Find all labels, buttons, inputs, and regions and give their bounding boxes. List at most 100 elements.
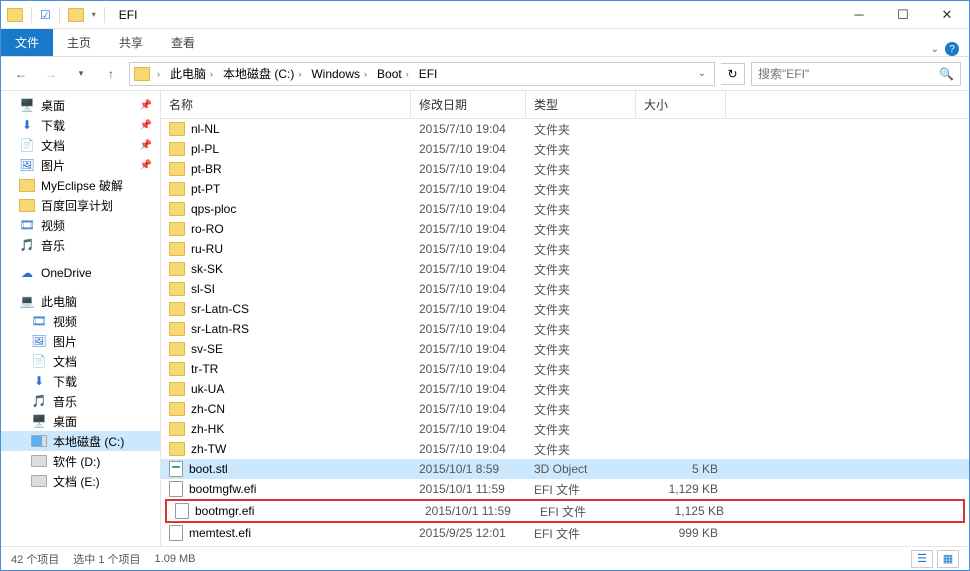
file-row[interactable]: tr-TR2015/7/10 19:04文件夹	[161, 359, 969, 379]
file-row[interactable]: sr-Latn-CS2015/7/10 19:04文件夹	[161, 299, 969, 319]
crumb-chevron[interactable]: ›	[152, 69, 165, 79]
sidebar-item-label: 下载	[41, 117, 65, 134]
file-row[interactable]: bootmgr.efi2015/10/1 11:59EFI 文件1,125 KB	[167, 501, 963, 521]
file-row[interactable]: qps-ploc2015/7/10 19:04文件夹	[161, 199, 969, 219]
sidebar-item[interactable]: 🖥️桌面	[1, 411, 160, 431]
file-type: 文件夹	[526, 221, 636, 238]
forward-button[interactable]: →	[39, 62, 63, 86]
status-bar: 42 个项目 选中 1 个项目 1.09 MB ☰ ▦	[1, 546, 969, 570]
sidebar-item-label: 图片	[41, 157, 65, 174]
column-type[interactable]: 类型	[526, 91, 636, 118]
sidebar-item[interactable]: 📄文档	[1, 351, 160, 371]
file-row[interactable]: memtest.efi2015/9/25 12:01EFI 文件999 KB	[161, 523, 969, 543]
sidebar-item[interactable]: 📄文档📌	[1, 135, 160, 155]
breadcrumb-item[interactable]: Windows›	[308, 67, 372, 81]
file-row[interactable]: ro-RO2015/7/10 19:04文件夹	[161, 219, 969, 239]
status-item-count: 42 个项目	[11, 551, 59, 567]
sidebar-item[interactable]: ⬇下载📌	[1, 115, 160, 135]
breadcrumb-item[interactable]: EFI	[416, 67, 441, 81]
qat-check-icon[interactable]: ☑	[40, 8, 51, 22]
file-row[interactable]: bootmgfw.efi2015/10/1 11:59EFI 文件1,129 K…	[161, 479, 969, 499]
file-row[interactable]: pt-PT2015/7/10 19:04文件夹	[161, 179, 969, 199]
sidebar-item[interactable]: 🎞视频	[1, 215, 160, 235]
close-button[interactable]: ✕	[925, 1, 969, 29]
search-input[interactable]	[758, 67, 933, 81]
file-row[interactable]: sv-SE2015/7/10 19:04文件夹	[161, 339, 969, 359]
file-size: 1,125 KB	[642, 504, 732, 518]
file-row[interactable]: zh-CN2015/7/10 19:04文件夹	[161, 399, 969, 419]
file-row[interactable]: pl-PL2015/7/10 19:04文件夹	[161, 139, 969, 159]
column-size[interactable]: 大小	[636, 91, 726, 118]
minimize-button[interactable]: ─	[837, 1, 881, 29]
file-row[interactable]: sk-SK2015/7/10 19:04文件夹	[161, 259, 969, 279]
tab-file[interactable]: 文件	[1, 29, 53, 56]
file-date: 2015/7/10 19:04	[411, 262, 526, 276]
file-row[interactable]: sr-Latn-RS2015/7/10 19:04文件夹	[161, 319, 969, 339]
tab-view[interactable]: 查看	[157, 29, 209, 56]
navigation-pane[interactable]: 🖥️桌面📌⬇下载📌📄文档📌🖼图片📌MyEclipse 破解百度回享计划🎞视频🎵音…	[1, 91, 161, 546]
file-type: 文件夹	[526, 261, 636, 278]
sidebar-item[interactable]: 💻此电脑	[1, 291, 160, 311]
sidebar-item[interactable]: 🖼图片	[1, 331, 160, 351]
folder-icon[interactable]	[68, 8, 84, 22]
breadcrumb-item[interactable]: 本地磁盘 (C:)›	[220, 65, 306, 82]
file-row[interactable]: sl-SI2015/7/10 19:04文件夹	[161, 279, 969, 299]
sidebar-item[interactable]: 🖥️桌面📌	[1, 95, 160, 115]
address-dropdown-icon[interactable]: ⌄	[694, 68, 710, 79]
video-icon: 🎞	[19, 217, 35, 233]
up-button[interactable]: ↑	[99, 62, 123, 86]
file-rows: nl-NL2015/7/10 19:04文件夹pl-PL2015/7/10 19…	[161, 119, 969, 546]
breadcrumb-item[interactable]: Boot›	[374, 67, 414, 81]
expand-ribbon-icon[interactable]: ⌄	[931, 44, 939, 55]
sidebar-item[interactable]: 本地磁盘 (C:)	[1, 431, 160, 451]
file-row[interactable]: zh-TW2015/7/10 19:04文件夹	[161, 439, 969, 459]
file-row[interactable]: nl-NL2015/7/10 19:04文件夹	[161, 119, 969, 139]
file-row[interactable]: pt-BR2015/7/10 19:04文件夹	[161, 159, 969, 179]
column-date[interactable]: 修改日期	[411, 91, 526, 118]
file-row[interactable]: boot.stl2015/10/1 8:593D Object5 KB	[161, 459, 969, 479]
maximize-button[interactable]: ☐	[881, 1, 925, 29]
qat-dropdown-icon[interactable]: ▾	[92, 10, 96, 19]
sidebar-item[interactable]: 百度回享计划	[1, 195, 160, 215]
back-button[interactable]: ←	[9, 62, 33, 86]
sidebar-item[interactable]: MyEclipse 破解	[1, 175, 160, 195]
view-details-button[interactable]: ☰	[911, 550, 933, 568]
sidebar-item[interactable]: 🎞视频	[1, 311, 160, 331]
file-date: 2015/9/25 12:01	[411, 526, 526, 540]
file-name: sr-Latn-CS	[191, 302, 249, 316]
sidebar-item[interactable]: ⬇下载	[1, 371, 160, 391]
search-box[interactable]: 🔍	[751, 62, 961, 86]
file-row[interactable]: uk-UA2015/7/10 19:04文件夹	[161, 379, 969, 399]
column-name[interactable]: 名称	[161, 91, 411, 118]
sidebar-item[interactable]: ☁OneDrive	[1, 263, 160, 283]
sidebar-item[interactable]: 🎵音乐	[1, 235, 160, 255]
sidebar-item-label: MyEclipse 破解	[41, 177, 123, 194]
file-row[interactable]: zh-HK2015/7/10 19:04文件夹	[161, 419, 969, 439]
file-type: 文件夹	[526, 161, 636, 178]
sidebar-item-label: 此电脑	[41, 293, 77, 310]
search-icon[interactable]: 🔍	[939, 67, 954, 81]
column-headers: 名称 修改日期 类型 大小	[161, 91, 969, 119]
file-date: 2015/7/10 19:04	[411, 442, 526, 456]
sidebar-item-label: 文档	[41, 137, 65, 154]
drive-c-icon	[31, 435, 47, 447]
file-type: 文件夹	[526, 441, 636, 458]
desktop-icon: 🖥️	[31, 413, 47, 429]
view-icons-button[interactable]: ▦	[937, 550, 959, 568]
recent-locations-button[interactable]: ▾	[69, 62, 93, 86]
address-bar[interactable]: › 此电脑› 本地磁盘 (C:)› Windows› Boot› EFI ⌄	[129, 62, 715, 86]
tab-share[interactable]: 共享	[105, 29, 157, 56]
help-icon[interactable]: ?	[945, 42, 959, 56]
sidebar-item[interactable]: 软件 (D:)	[1, 451, 160, 471]
folder-icon	[169, 282, 185, 296]
breadcrumb-item[interactable]: 此电脑›	[167, 65, 218, 82]
sidebar-item[interactable]: 🎵音乐	[1, 391, 160, 411]
refresh-button[interactable]: ↻	[721, 63, 745, 85]
tab-home[interactable]: 主页	[53, 29, 105, 56]
folder-icon	[169, 242, 185, 256]
file-row[interactable]: ru-RU2015/7/10 19:04文件夹	[161, 239, 969, 259]
sidebar-item[interactable]: 文档 (E:)	[1, 471, 160, 491]
folder-icon	[134, 67, 150, 81]
sidebar-item[interactable]: 🖼图片📌	[1, 155, 160, 175]
file-name: ro-RO	[191, 222, 224, 236]
